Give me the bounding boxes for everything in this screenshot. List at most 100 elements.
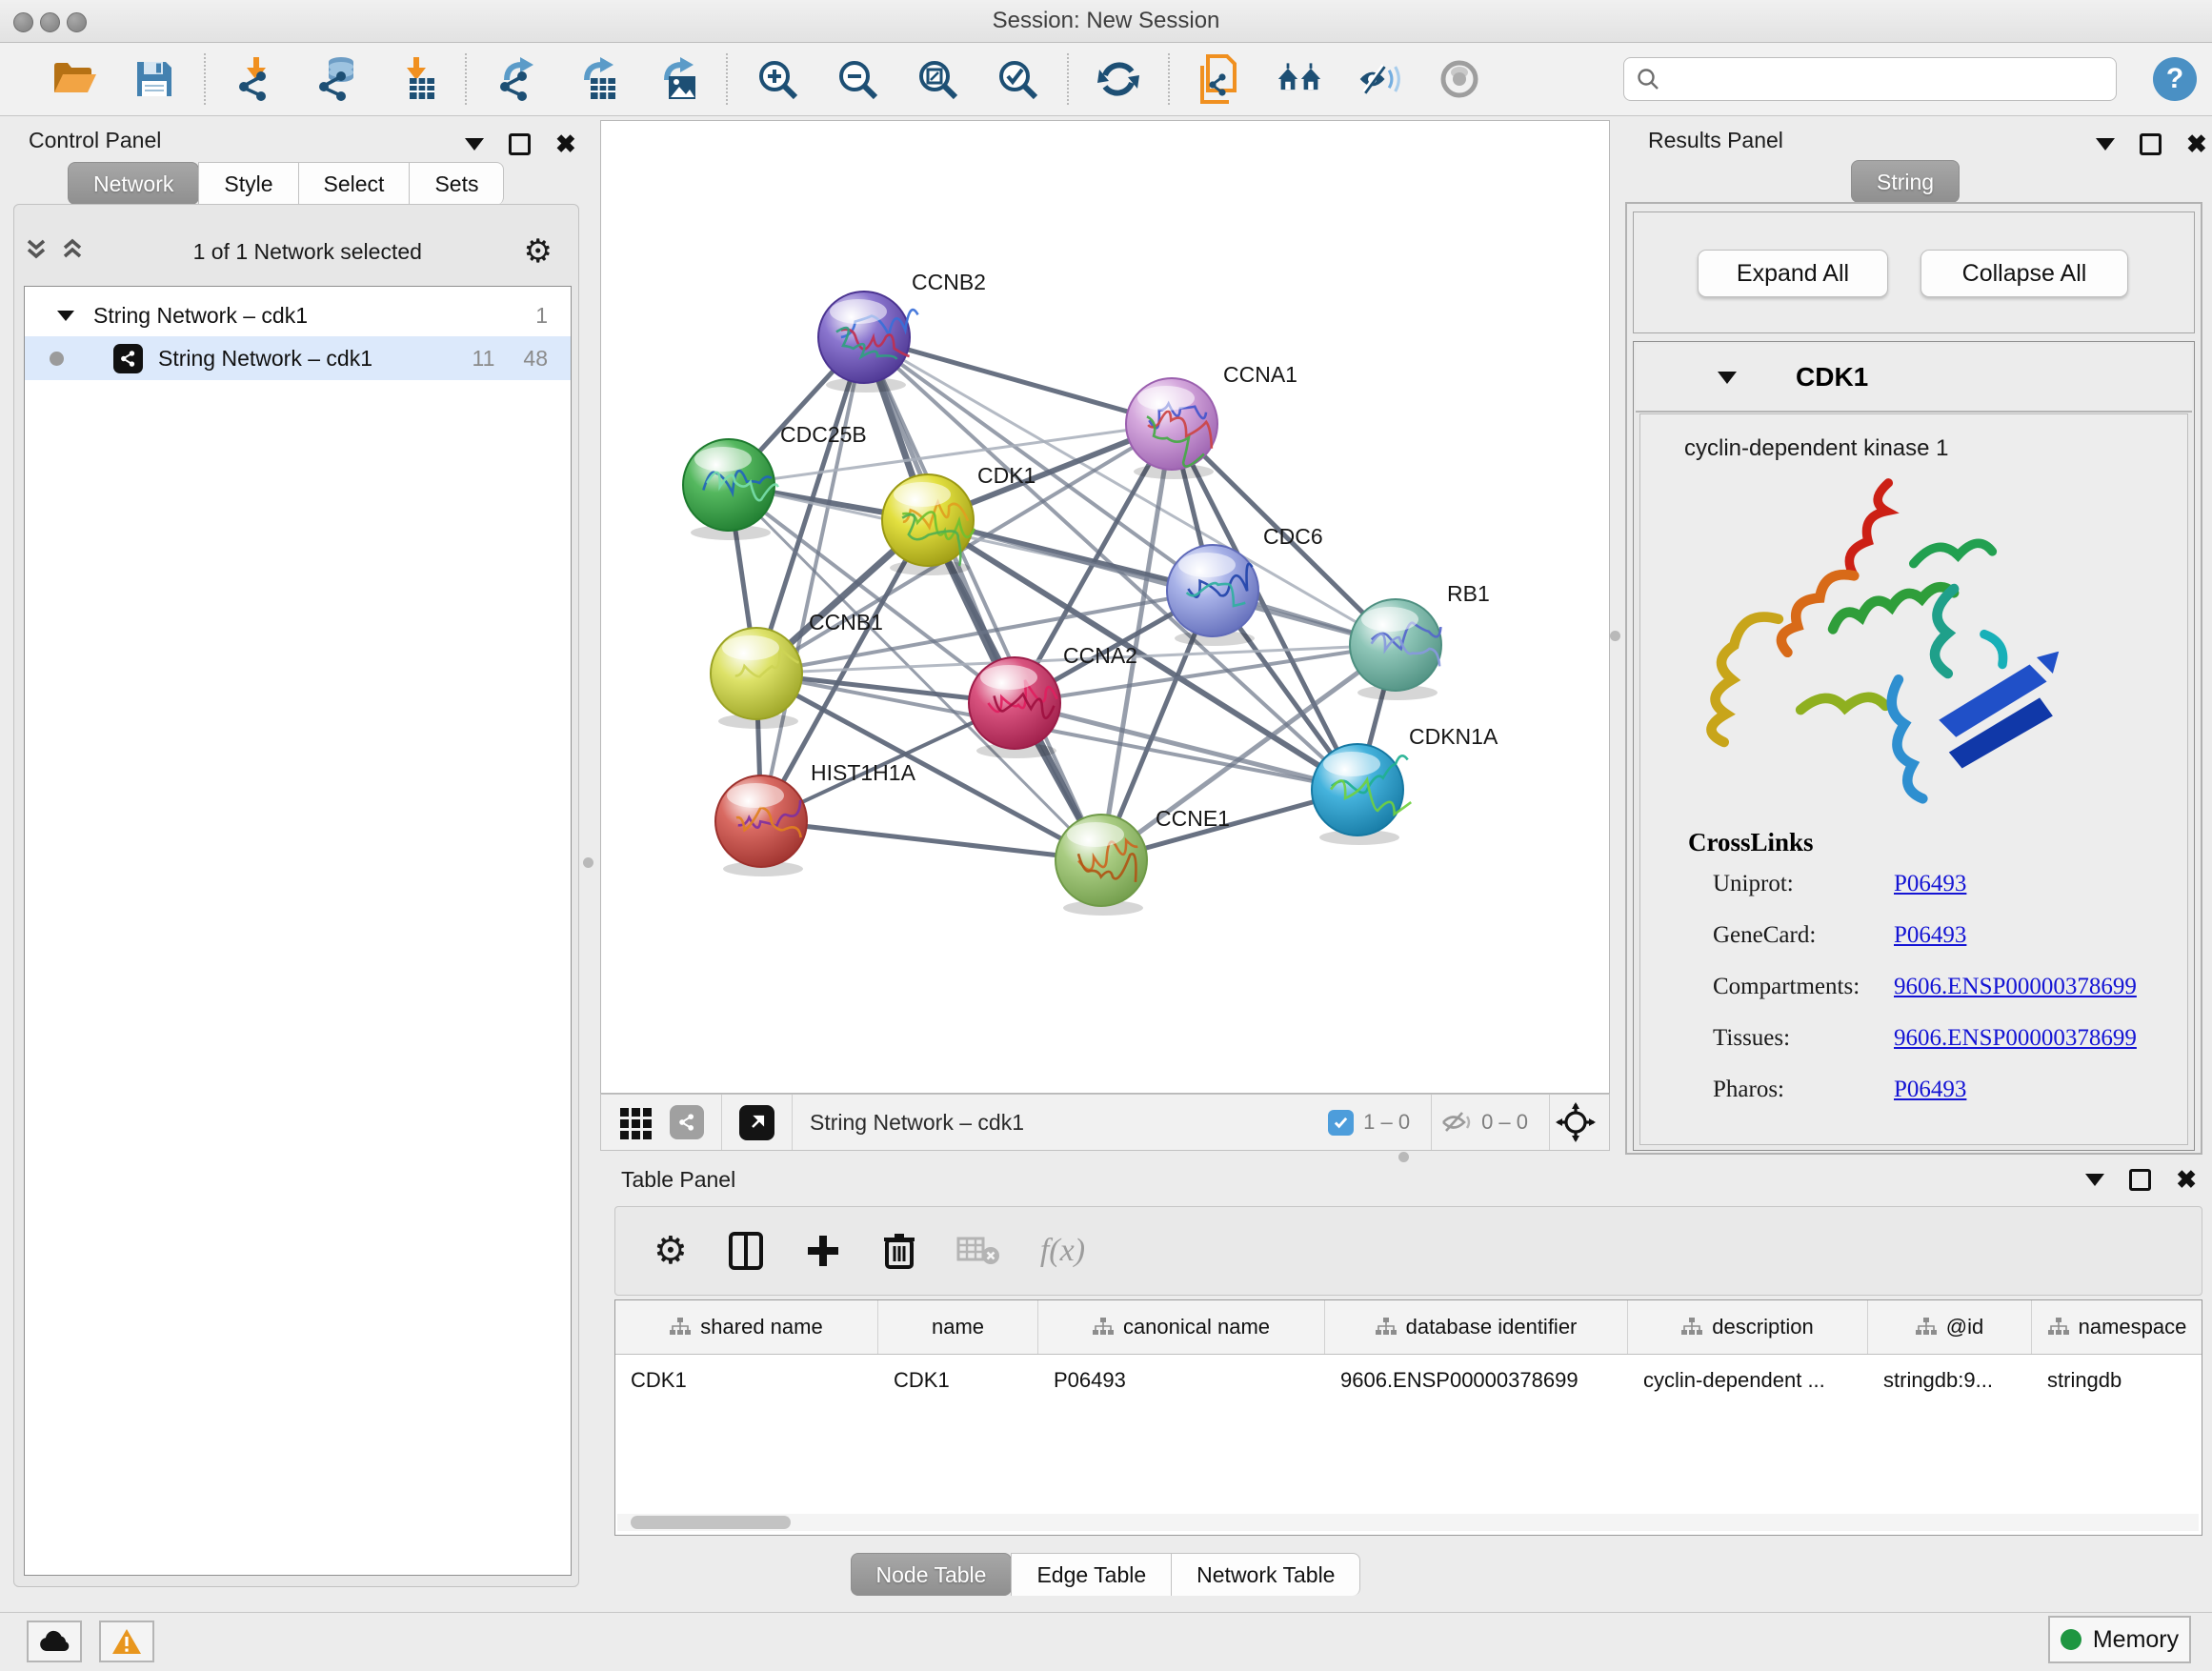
node-CDK1[interactable] [882,474,975,575]
edge-CCNB2-HIST1H1A[interactable] [761,337,864,821]
node-RB1[interactable] [1350,599,1443,700]
crosslink-link[interactable]: P06493 [1894,922,1966,949]
clone-document-icon[interactable] [1196,56,1242,102]
cell[interactable]: stringdb:9... [1868,1368,2032,1393]
control-panel-menu-icon[interactable] [465,138,484,151]
cell[interactable]: CDK1 [878,1368,1038,1393]
crosslink-link[interactable]: P06493 [1894,1077,1966,1103]
birdseye-crosshair-icon[interactable] [1556,1102,1596,1142]
search-input[interactable] [1660,66,2104,92]
node-CCNA1[interactable] [1126,378,1217,479]
import-database-icon[interactable] [312,56,358,102]
tab-network[interactable]: Network [68,162,199,205]
tab-style[interactable]: Style [198,162,298,205]
table-panel-close-icon[interactable]: ✖ [2176,1167,2197,1192]
protein-entry-header[interactable]: CDK1 [1636,344,2192,413]
expand-all-button[interactable]: Expand All [1698,250,1888,297]
cloud-button[interactable] [27,1621,82,1662]
crosslink-link[interactable]: 9606.ENSP00000378699 [1894,974,2137,1000]
node-CDKN1A[interactable] [1312,744,1414,845]
collapse-all-icon[interactable] [23,237,57,266]
hide-eye-icon[interactable] [1357,56,1402,102]
edge-CDK1-RB1[interactable] [928,520,1396,645]
warning-button[interactable] [99,1621,154,1662]
column-header-database-identifier[interactable]: database identifier [1325,1300,1628,1354]
table-panel-float-icon[interactable] [2129,1169,2151,1191]
cell[interactable]: CDK1 [615,1368,878,1393]
zoom-out-icon[interactable] [835,56,880,102]
column-header-canonical-name[interactable]: canonical name [1038,1300,1325,1354]
export-network-icon[interactable] [493,56,539,102]
delete-column-icon[interactable] [882,1231,916,1271]
export-table-icon[interactable] [573,56,619,102]
application-window: Session: New Session ? Control Panel ✖ N… [0,0,2212,1671]
save-session-icon[interactable] [131,56,177,102]
column-header-namespace[interactable]: namespace [2032,1300,2202,1354]
tab-network-table[interactable]: Network Table [1171,1553,1360,1596]
node-label-CDC25B: CDC25B [780,422,867,447]
protein-name: CDK1 [1796,362,1868,393]
table-settings-gear-icon[interactable]: ⚙ [654,1232,688,1270]
selected-checkbox-icon[interactable] [1328,1110,1354,1136]
zoom-selected-icon[interactable] [995,56,1040,102]
column-header-@id[interactable]: @id [1868,1300,2032,1354]
column-header-description[interactable]: description [1628,1300,1868,1354]
tab-string[interactable]: String [1851,160,1960,203]
eye-ball-icon[interactable] [1437,56,1482,102]
collection-expander-icon[interactable] [57,311,74,321]
hidden-eye-icon [1439,1108,1474,1137]
results-panel-close-icon[interactable]: ✖ [2186,131,2207,156]
node-CDC25B[interactable] [683,439,778,540]
home-pair-icon[interactable] [1277,56,1322,102]
left-splitter-handle[interactable] [583,857,593,868]
tab-node-table[interactable]: Node Table [851,1553,1013,1596]
export-image-icon[interactable] [654,56,699,102]
network-row[interactable]: String Network – cdk1 11 48 [25,336,571,380]
crosslink-link[interactable]: 9606.ENSP00000378699 [1894,1025,2137,1052]
open-in-new-icon[interactable] [739,1105,774,1140]
help-button[interactable]: ? [2153,57,2197,101]
node-CCNE1[interactable] [1056,815,1147,916]
network-collection-row[interactable]: String Network – cdk1 1 [25,294,571,336]
node-CCNB1[interactable] [711,628,802,729]
edge-HIST1H1A-CCNE1[interactable] [761,821,1101,860]
expand-all-icon[interactable] [57,237,91,266]
node-table[interactable]: shared namenamecanonical namedatabase id… [614,1299,2202,1536]
control-panel-float-icon[interactable] [509,133,531,155]
control-panel-close-icon[interactable]: ✖ [555,131,576,156]
zoom-fit-icon[interactable] [915,56,960,102]
share-network-icon[interactable] [670,1105,704,1139]
node-HIST1H1A[interactable] [715,775,807,876]
search-box[interactable] [1623,57,2117,101]
tab-edge-table[interactable]: Edge Table [1011,1553,1172,1596]
crosslink-link[interactable]: P06493 [1894,871,1966,897]
zoom-in-icon[interactable] [754,56,800,102]
table-horizontal-scrollbar[interactable] [617,1514,2199,1531]
table-row[interactable]: CDK1CDK1P064939606.ENSP00000378699cyclin… [615,1355,2202,1406]
column-header-shared-name[interactable]: shared name [615,1300,878,1354]
entry-expander-icon[interactable] [1718,372,1737,384]
cell[interactable]: stringdb [2032,1368,2202,1393]
grid-view-icon[interactable] [618,1104,654,1140]
import-table-icon[interactable] [392,56,438,102]
open-file-icon[interactable] [51,56,97,102]
show-columns-icon[interactable] [728,1231,764,1271]
collapse-all-button[interactable]: Collapse All [1920,250,2128,297]
column-header-name[interactable]: name [878,1300,1038,1354]
results-panel-menu-icon[interactable] [2096,138,2115,151]
cell[interactable]: P06493 [1038,1368,1325,1393]
network-canvas[interactable]: CCNB2CCNA1CDC25BCDK1CDC6RB1CCNB1CCNA2CDK… [600,120,1610,1094]
table-panel-menu-icon[interactable] [2085,1174,2104,1186]
network-status-dot [50,352,64,366]
network-options-gear-icon[interactable]: ⚙ [524,235,553,268]
cell[interactable]: 9606.ENSP00000378699 [1325,1368,1628,1393]
tab-sets[interactable]: Sets [409,162,504,205]
tab-select[interactable]: Select [298,162,411,205]
import-network-icon[interactable] [232,56,278,102]
memory-button[interactable]: Memory [2048,1616,2191,1663]
add-column-icon[interactable] [804,1232,842,1270]
results-panel-float-icon[interactable] [2140,133,2162,155]
cell[interactable]: cyclin-dependent ... [1628,1368,1868,1393]
cloud-icon [38,1630,70,1653]
refresh-icon[interactable] [1096,56,1141,102]
